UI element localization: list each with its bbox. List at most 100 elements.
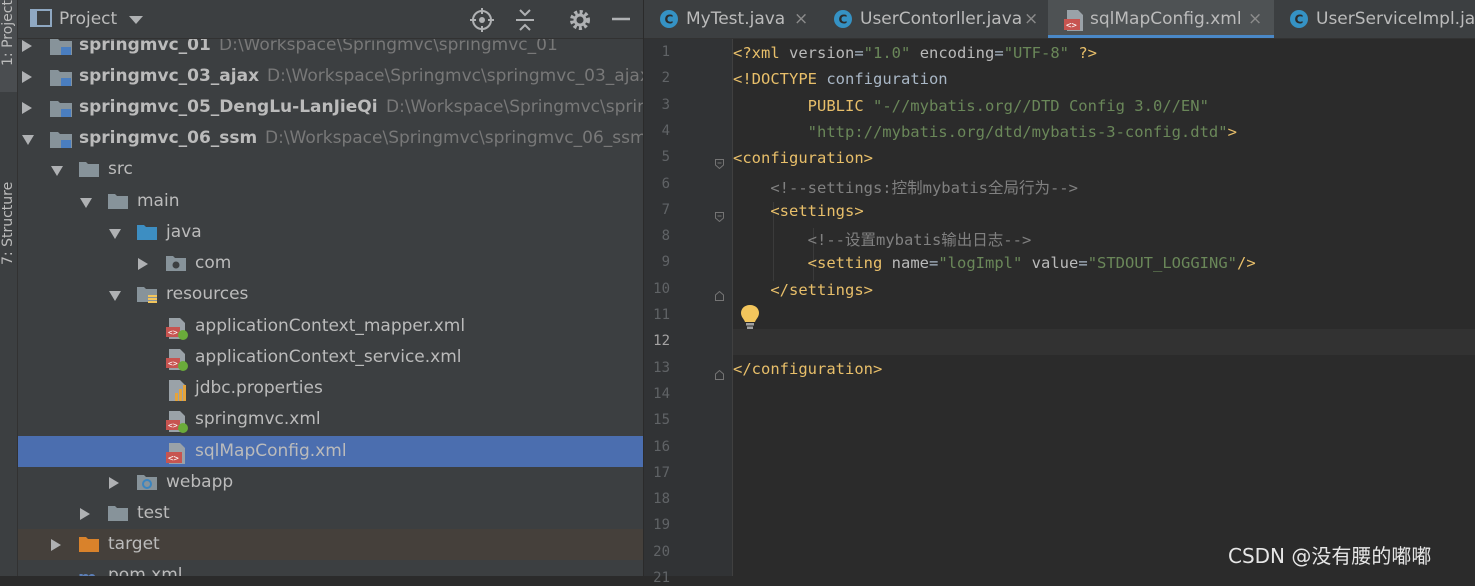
tree-item-label: main xyxy=(137,191,180,211)
tree-row-java[interactable]: java xyxy=(18,217,643,248)
svg-text:<>: <> xyxy=(168,454,179,464)
folder-icon xyxy=(107,192,129,212)
project-tree: springmvc_01 D:\Workspace\Springmvc\sprin… xyxy=(18,32,643,576)
module-folder-icon xyxy=(49,98,72,118)
tab-userserviceimpl-java[interactable]: C UserServiceImpl.java xyxy=(1274,0,1475,38)
java-class-icon: C xyxy=(833,9,853,29)
svg-text:<>: <> xyxy=(1066,21,1077,31)
close-tab-icon[interactable]: × xyxy=(794,9,808,29)
project-panel-header: Project xyxy=(18,0,643,39)
code-token: value xyxy=(1031,254,1079,273)
tree-item-path: D:\Workspace\Springmvc\springmvc_05_Deng… xyxy=(386,97,643,117)
tree-item-label: resources xyxy=(166,284,249,304)
code-token: <!--settings:控制mybatis全局行为--> xyxy=(770,178,1078,197)
tab-label: UserContorller.java xyxy=(860,9,1023,29)
expand-arrow-right-icon[interactable] xyxy=(50,537,62,551)
tree-row-webapp[interactable]: webapp xyxy=(18,467,643,498)
expand-arrow-down-icon[interactable] xyxy=(108,287,121,301)
tree-row-springmvc-03-ajax[interactable]: springmvc_03_ajax D:\Workspace\Springmvc\… xyxy=(18,61,643,92)
code-token: "http://mybatis.org/dtd/mybatis-3-config… xyxy=(807,122,1228,141)
fold-marker-icon[interactable] xyxy=(715,154,724,170)
module-folder-icon xyxy=(49,36,72,56)
code-token: <!DOCTYPE xyxy=(733,70,827,89)
tree-row-jdbc-properties[interactable]: jdbc.properties xyxy=(18,373,643,404)
locate-file-icon[interactable] xyxy=(470,8,494,32)
tab-mytest-java[interactable]: C MyTest.java × xyxy=(644,0,818,38)
fold-end-marker-icon[interactable] xyxy=(715,286,724,301)
expand-arrow-right-icon[interactable] xyxy=(79,506,91,520)
expand-arrow-right-icon[interactable] xyxy=(137,256,149,270)
fold-marker-icon[interactable] xyxy=(715,207,724,222)
line-number: 14 xyxy=(653,385,670,402)
hide-panel-icon[interactable] xyxy=(610,8,634,30)
expand-arrow-right-icon[interactable] xyxy=(21,38,33,52)
chevron-down-icon[interactable] xyxy=(128,12,152,34)
expand-arrow-down-icon[interactable] xyxy=(50,162,63,176)
tree-row-com[interactable]: com xyxy=(18,248,643,279)
tree-item-label: pom.xml xyxy=(108,565,183,576)
tree-row-target[interactable]: target xyxy=(18,529,643,560)
tab-sqlmapconfig-xml[interactable]: <> sqlMapConfig.xml × xyxy=(1048,0,1274,38)
line-number: 3 xyxy=(661,96,670,113)
close-tab-icon[interactable]: × xyxy=(1024,9,1038,29)
project-view-title[interactable]: Project xyxy=(59,9,117,29)
expand-arrow-down-icon[interactable] xyxy=(79,194,92,208)
tree-item-label: target xyxy=(108,534,160,554)
properties-file-icon xyxy=(165,379,187,401)
tree-row-test[interactable]: test xyxy=(18,498,643,529)
tree-item-label: springmvc_05_DengLu-LanJieQi xyxy=(79,97,378,117)
line-number: 13 xyxy=(653,359,670,376)
tree-item-label: webapp xyxy=(166,472,234,492)
line-number: 20 xyxy=(653,543,670,560)
tab-usercontorller-java[interactable]: C UserContorller.java × xyxy=(818,0,1048,38)
tree-item-label: applicationContext_service.xml xyxy=(195,347,462,367)
collapse-all-icon[interactable] xyxy=(513,8,537,31)
tree-row-springmvc-06-ssm[interactable]: springmvc_06_ssm D:\Workspace\Springmvc\s… xyxy=(18,123,643,154)
line-number: 19 xyxy=(653,517,670,534)
code-token: ?> xyxy=(1069,44,1098,62)
code-token: </settings> xyxy=(770,280,873,299)
code-editor[interactable]: <?xml version="1.0" encoding="UTF-8" ?> <… xyxy=(733,39,1475,576)
gear-icon[interactable] xyxy=(568,8,592,30)
fold-end-marker-icon[interactable] xyxy=(715,365,724,380)
code-token: = xyxy=(1078,254,1088,273)
tree-row-springmvc-xml[interactable]: <> springmvc.xml xyxy=(18,404,643,435)
tree-row-sqlmapconfig-xml[interactable]: <> sqlMapConfig.xml xyxy=(18,436,643,467)
tree-row-main[interactable]: main xyxy=(18,186,643,217)
tree-item-label: java xyxy=(166,222,202,242)
tree-row-applicationcontext-service-xml[interactable]: <> applicationContext_service.xml xyxy=(18,342,643,373)
code-token: <?xml xyxy=(733,44,789,62)
expand-arrow-right-icon[interactable] xyxy=(21,69,33,83)
project-tool-tab[interactable]: 1: Project xyxy=(0,0,17,92)
structure-tool-tab[interactable]: 7: Structure xyxy=(0,140,17,265)
line-number: 15 xyxy=(653,412,670,429)
lightbulb-icon[interactable] xyxy=(740,304,760,330)
java-class-icon: C xyxy=(1289,9,1309,29)
folder-icon xyxy=(78,160,100,180)
expand-arrow-down-icon[interactable] xyxy=(21,131,34,145)
tree-row-pom-xml[interactable]: m pom.xml xyxy=(18,560,643,576)
tree-row-applicationcontext-mapper-xml[interactable]: <> applicationContext_mapper.xml xyxy=(18,311,643,342)
tree-item-label: springmvc.xml xyxy=(195,409,321,429)
tree-row-src[interactable]: src xyxy=(18,154,643,185)
line-number: 9 xyxy=(661,254,670,271)
code-line: <!DOCTYPE configuration xyxy=(733,70,948,88)
module-folder-icon xyxy=(49,129,72,149)
tree-row-resources[interactable]: resources xyxy=(18,279,643,310)
expand-arrow-right-icon[interactable] xyxy=(108,475,120,489)
code-token: "1.0" xyxy=(863,44,911,62)
code-line: <setting name="logImpl" value="STDOUT_LO… xyxy=(733,254,1256,272)
code-token: PUBLIC xyxy=(733,96,873,115)
tree-item-label: test xyxy=(137,503,170,523)
code-token: version xyxy=(789,44,855,62)
expand-arrow-down-icon[interactable] xyxy=(108,225,121,239)
tree-row-springmvc-05-denglu-lanjieqi[interactable]: springmvc_05_DengLu-LanJieQi D:\Workspace… xyxy=(18,92,643,123)
close-tab-icon[interactable]: × xyxy=(1248,9,1262,29)
code-token: = xyxy=(928,254,939,273)
svg-text:C: C xyxy=(1295,13,1304,27)
expand-arrow-right-icon[interactable] xyxy=(21,100,33,114)
